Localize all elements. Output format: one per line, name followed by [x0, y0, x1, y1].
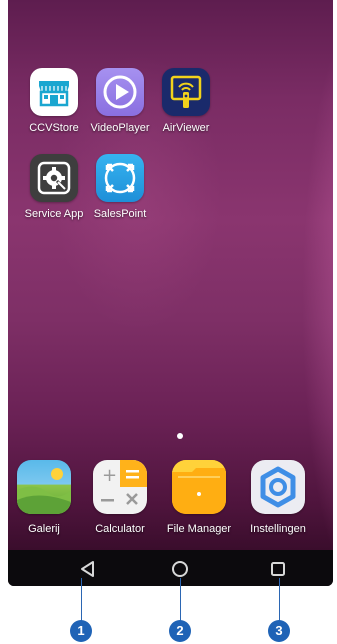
app-file-manager[interactable]: File Manager: [159, 460, 239, 535]
app-instellingen[interactable]: Instellingen: [238, 460, 318, 535]
airviewer-icon: [162, 68, 210, 116]
gallery-icon: [17, 460, 71, 514]
app-salespoint[interactable]: SalesPoint: [80, 154, 160, 220]
app-label: Calculator: [95, 523, 145, 535]
calculator-icon: +: [93, 460, 147, 514]
app-calculator[interactable]: + Calculator: [80, 460, 160, 535]
salespoint-icon: [96, 154, 144, 202]
recents-button[interactable]: [265, 556, 291, 582]
callout-badge-3: 3: [268, 620, 290, 642]
app-airviewer[interactable]: AirViewer: [146, 68, 226, 134]
device-screen: CCVStore VideoPlayer AirViewer Service A…: [8, 0, 333, 586]
wrench-gear-icon: [30, 154, 78, 202]
page-indicator-dot: [177, 433, 183, 439]
callout-line-1: [81, 578, 82, 622]
callout-badge-2: 2: [169, 620, 191, 642]
recents-square-icon: [271, 562, 285, 576]
callout-line-3: [279, 578, 280, 622]
app-label: Galerij: [28, 523, 60, 535]
svg-text:+: +: [102, 465, 117, 486]
video-play-icon: [96, 68, 144, 116]
app-label: Instellingen: [250, 523, 306, 535]
ccvstore-icon: [30, 68, 78, 116]
callout-badge-1: 1: [70, 620, 92, 642]
back-triangle-icon: [81, 561, 94, 577]
callout-line-2: [180, 578, 181, 622]
folder-icon: [172, 460, 226, 514]
app-label: AirViewer: [162, 122, 210, 134]
app-label: SalesPoint: [93, 208, 147, 220]
back-button[interactable]: [75, 556, 101, 582]
status-bar: [8, 0, 333, 24]
settings-gear-icon: [251, 460, 305, 514]
navigation-bar: [8, 550, 333, 586]
app-galerij[interactable]: Galerij: [8, 460, 84, 535]
app-label: File Manager: [166, 523, 232, 535]
